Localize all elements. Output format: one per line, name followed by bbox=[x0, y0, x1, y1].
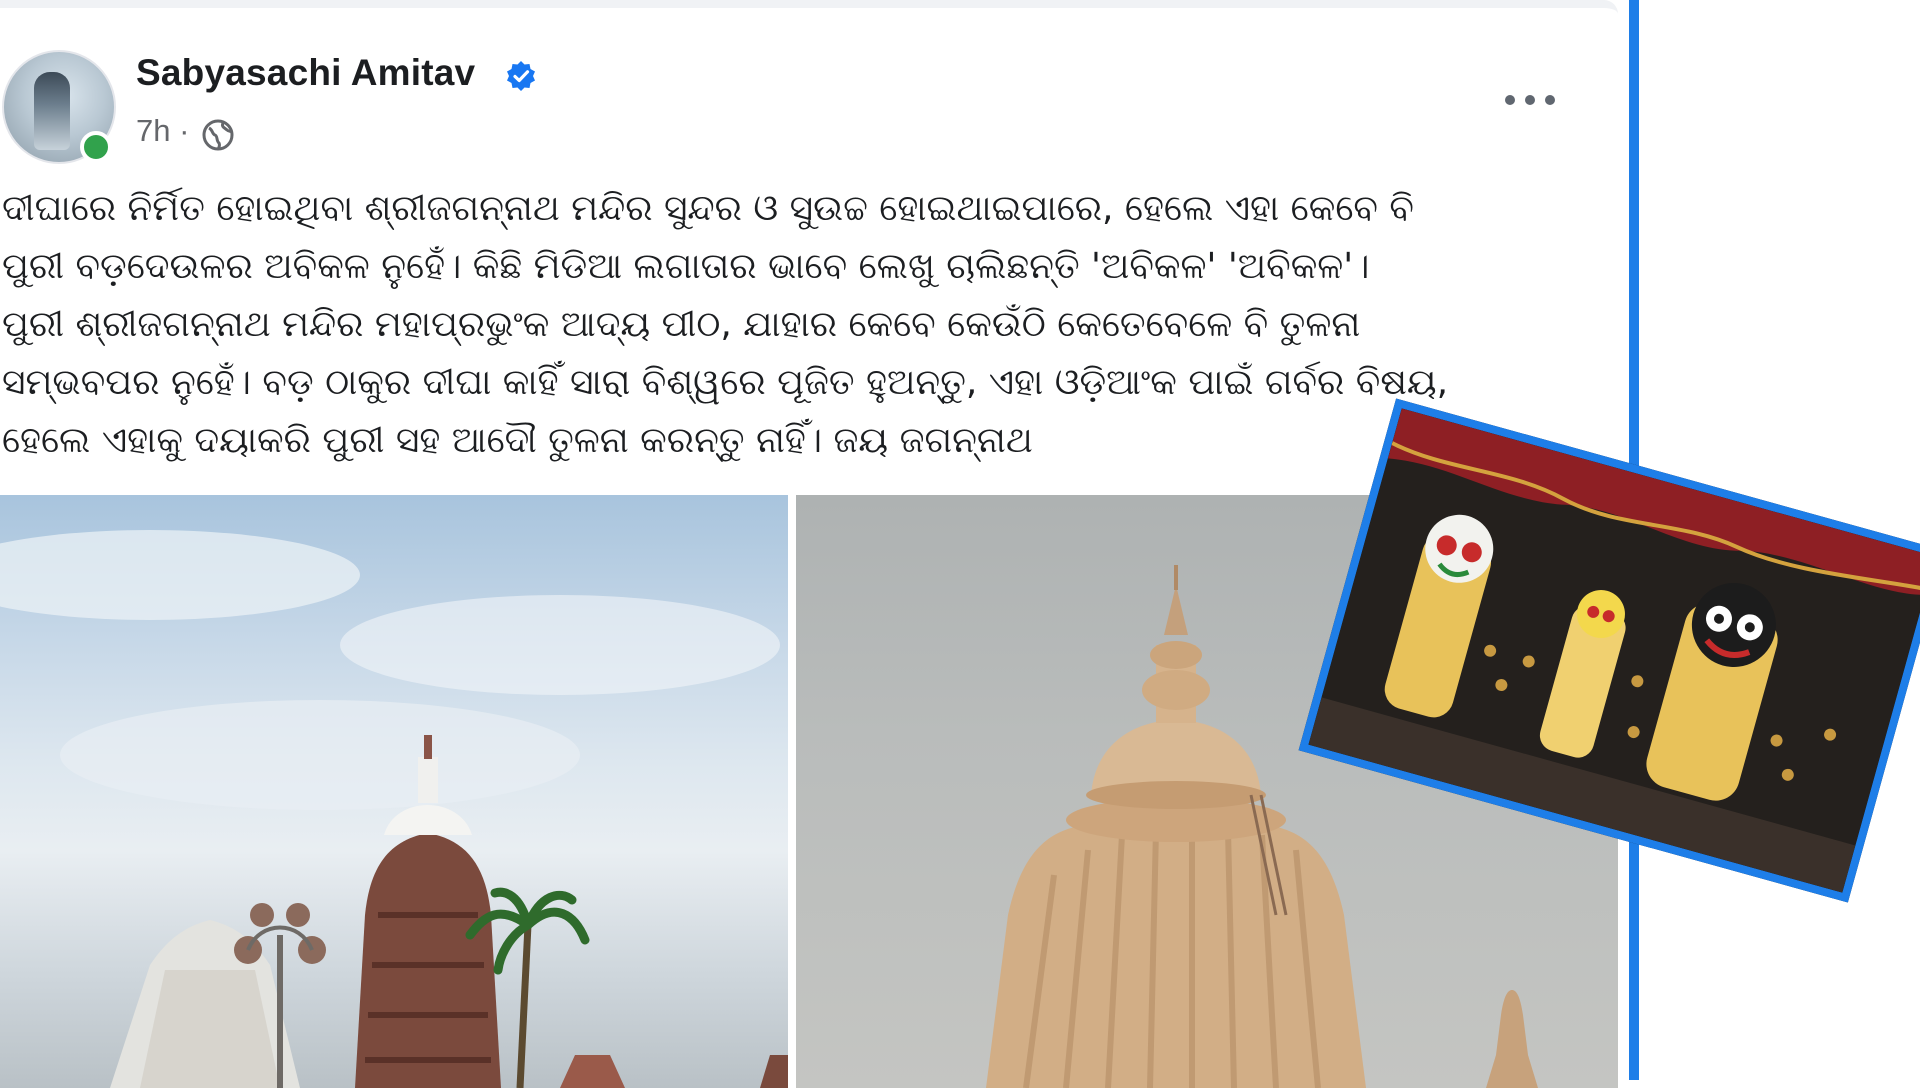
post-text: ଦୀଘାରେ ନିର୍ମିତ ହୋଇଥିବା ଶ୍ରୀଜଗନ୍ନାଥ ମନ୍ଦି… bbox=[2, 180, 1602, 470]
post-text-line: ପୁରୀ ଶ୍ରୀଜଗନ୍ନାଥ ମନ୍ଦିର ମହାପ୍ରଭୁଂକ ଆଦ୍ୟ … bbox=[2, 304, 1361, 345]
post-text-line: ହେଲେ ଏହାକୁ ଦୟାକରି ପୁରୀ ସହ ଆଦୌ ତୁଳନା କରନ୍… bbox=[2, 420, 1033, 461]
post-text-line: ସମ୍ଭବପର ନୁହେଁ। ବଡ଼ ଠାକୁର ଦୀଘା କାହିଁ ସାରା… bbox=[2, 362, 1449, 403]
puri-temple-illustration bbox=[0, 530, 788, 1088]
more-options-icon[interactable] bbox=[1505, 82, 1555, 118]
post-text-line: ପୁରୀ ବଡ଼ଦେଉଳର ଅବିକଳ ନୁହେଁ। କିଛି ମିଡିଆ ଲଗ… bbox=[2, 246, 1370, 287]
post-meta: 7h · bbox=[136, 113, 189, 149]
photo-puri-temple[interactable] bbox=[0, 495, 788, 1088]
avatar-figure bbox=[34, 72, 70, 150]
online-status-dot bbox=[80, 131, 112, 163]
globe-icon[interactable] bbox=[200, 117, 236, 153]
meta-separator: · bbox=[179, 113, 190, 148]
post-timestamp[interactable]: 7h bbox=[136, 113, 170, 148]
verified-badge-icon bbox=[507, 61, 535, 91]
post-text-line: ଦୀଘାରେ ନିର୍ମିତ ହୋଇଥିବା ଶ୍ରୀଜଗନ୍ନାଥ ମନ୍ଦି… bbox=[2, 188, 1414, 229]
author-name[interactable]: Sabyasachi Amitav bbox=[136, 52, 475, 94]
